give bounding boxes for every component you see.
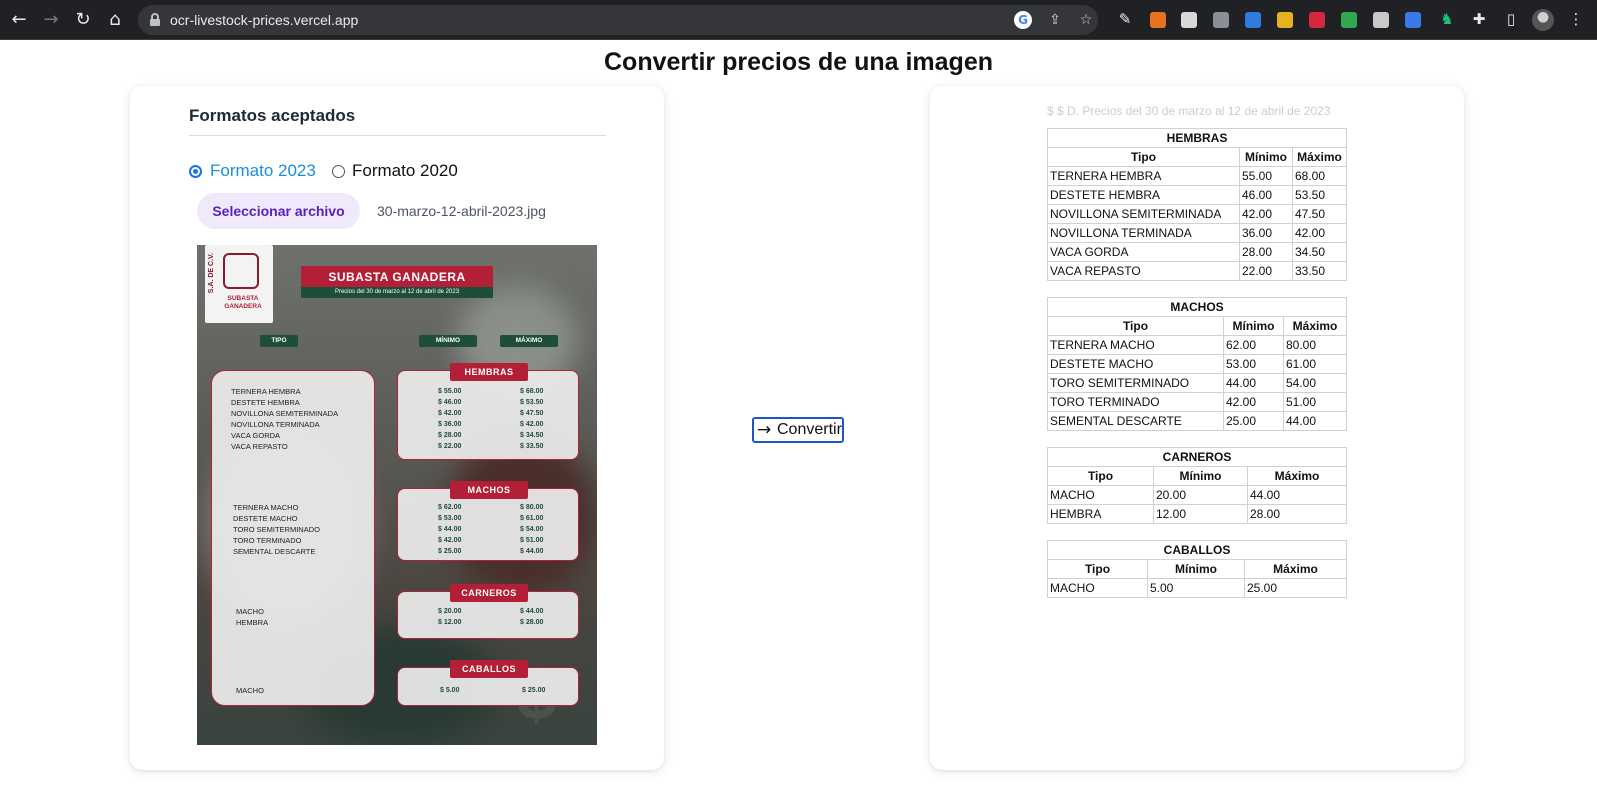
poster-machos-maxs: $ 80.00 $ 61.00 $ 54.00 $ 51.00 $ 44.00 (520, 504, 544, 555)
table-row: SEMENTAL DESCARTE 25.00 44.00 (1047, 411, 1347, 431)
poster-col-max: MÁXIMO (500, 335, 558, 347)
back-arrow-icon[interactable]: ← (8, 9, 30, 31)
green-grid-extension-icon[interactable] (1341, 12, 1357, 28)
bookmark-star-icon[interactable]: ☆ (1077, 11, 1095, 29)
formats-heading: Formatos aceptados (189, 106, 356, 125)
poster-carneros-mins: $ 20.00 $ 12.00 (438, 608, 462, 626)
convert-button[interactable]: → Convertir (752, 417, 844, 443)
col-header-tipo: Tipo (1047, 559, 1148, 579)
format-2020-label[interactable]: Formato 2020 (352, 161, 458, 181)
poster-hembras-panel (397, 370, 579, 460)
poster-hembras-names: TERNERA HEMBRA DESTETE HEMBRA NOVILLONA SE… (231, 387, 339, 451)
table-row: VACA REPASTO 22.00 33.50 (1047, 261, 1347, 281)
poster-hembras-maxs: $ 68.00 $ 53.50 $ 47.50 $ 42.00 $ 34.50 $ 33.… (520, 388, 544, 450)
select-file-button[interactable]: Seleccionar archivo (197, 193, 360, 229)
reload-icon[interactable]: ↻ (72, 9, 94, 31)
share-icon[interactable]: ⇪ (1046, 11, 1064, 29)
table-row: TORO SEMITERMINADO 44.00 54.00 (1047, 373, 1347, 393)
poster-banner-subtitle: Precios del 30 de marzo al 12 de abril d… (301, 287, 493, 298)
table-row: DESTETE MACHO 53.00 61.00 (1047, 354, 1347, 374)
table-row: MACHO 5.00 25.00 (1047, 578, 1347, 598)
col-header-tipo: Tipo (1047, 466, 1154, 486)
poster-banner: SUBASTA GANADERA (301, 266, 493, 288)
results-table-hembras: HEMBRAS Tipo Mínimo Máximo TERNERA HEMBR… (1047, 128, 1347, 281)
more-menu-icon[interactable]: ⋮ (1566, 9, 1586, 29)
poster-carneros-maxs: $ 44.00 $ 28.00 (520, 608, 544, 626)
browser-toolbar: ← → ↻ ⌂ ocr-livestock-prices.vercel.app … (0, 0, 1597, 40)
table-row: MACHO 20.00 44.00 (1047, 485, 1347, 505)
code-extension-icon[interactable] (1213, 12, 1229, 28)
results-subtitle: $ $ D. Precios del 30 de marzo al 12 de … (1047, 104, 1331, 118)
poster-machos-names: TERNERA MACHO DESTETE MACHO TORO SEMITERMI… (233, 503, 320, 556)
lock-icon (150, 13, 160, 26)
divider (189, 135, 606, 136)
poster-caballos-names: MACHO (236, 686, 264, 695)
format-2023-label[interactable]: Formato 2023 (210, 161, 316, 181)
red-extension-icon[interactable] (1309, 12, 1325, 28)
upload-card: Formatos aceptados Formato 2023 Formato … (130, 86, 664, 770)
selected-file-name: 30-marzo-12-abril-2023.jpg (377, 203, 546, 219)
results-card: $ $ D. Precios del 30 de marzo al 12 de … (930, 86, 1464, 770)
poster-hembras-mins: $ 55.00 $ 46.00 $ 42.00 $ 36.00 $ 28.00 $ 22.… (438, 388, 462, 450)
col-header-max: Máximo (1292, 147, 1347, 167)
folder-extension-icon[interactable] (1277, 12, 1293, 28)
poster-tag-carneros: CARNEROS (450, 584, 528, 602)
results-table-machos: MACHOS Tipo Mínimo Máximo TERNERA MACHO 6… (1047, 297, 1347, 431)
google-translate-extension-icon[interactable] (1405, 12, 1421, 28)
uploaded-image-preview: $ S.A. DE C.V. SUBASTA GANADERA SUBASTA … (197, 245, 597, 745)
page-title: Convertir precios de una imagen (604, 48, 993, 76)
side-panel-icon[interactable]: ▯ (1501, 9, 1521, 29)
convert-button-label: Convertir (777, 421, 842, 438)
rss-extension-icon[interactable] (1150, 12, 1166, 28)
pen-extension-icon[interactable]: ✎ (1115, 9, 1135, 29)
table-row: NOVILLONA SEMITERMINADA 42.00 47.50 (1047, 204, 1347, 224)
forward-arrow-icon[interactable]: → (40, 9, 62, 31)
address-bar[interactable]: ocr-livestock-prices.vercel.app G ⇪ ☆ (138, 5, 1098, 35)
table-title: CARNEROS (1047, 447, 1347, 467)
col-header-max: Máximo (1244, 559, 1347, 579)
results-table-carneros: CARNEROS Tipo Mínimo Máximo MACHO 20.00 44… (1047, 447, 1347, 524)
format-2023-radio[interactable] (189, 165, 202, 178)
poster-col-tipo: TIPO (260, 335, 298, 347)
poster-tag-hembras: HEMBRAS (450, 363, 528, 381)
home-icon[interactable]: ⌂ (104, 9, 126, 31)
notes-extension-icon[interactable] (1181, 12, 1197, 28)
format-2020-radio[interactable] (332, 165, 345, 178)
col-header-min: Mínimo (1153, 466, 1248, 486)
poster-caballos-mins: $ 5.00 (440, 687, 460, 694)
google-icon[interactable]: G (1014, 11, 1032, 29)
arrow-right-icon: → (757, 420, 772, 440)
col-header-max: Máximo (1247, 466, 1347, 486)
col-header-min: Mínimo (1239, 147, 1293, 167)
table-title: HEMBRAS (1047, 128, 1347, 148)
poster-machos-mins: $ 62.00 $ 53.00 $ 44.00 $ 42.00 $ 25.00 (438, 504, 462, 555)
table-row: TERNERA HEMBRA 55.00 68.00 (1047, 166, 1347, 186)
table-row: DESTETE HEMBRA 46.00 53.50 (1047, 185, 1347, 205)
translate-d-extension-icon[interactable] (1245, 12, 1261, 28)
puzzle-extensions-icon[interactable]: ✚ (1469, 9, 1489, 29)
col-header-min: Mínimo (1147, 559, 1245, 579)
table-title: CABALLOS (1047, 540, 1347, 560)
col-header-min: Mínimo (1223, 316, 1284, 336)
table-row: VACA GORDA 28.00 34.50 (1047, 242, 1347, 262)
green-figure-extension-icon[interactable]: ♞ (1437, 9, 1457, 29)
poster-carneros-names: MACHO HEMBRA (236, 607, 269, 627)
col-header-tipo: Tipo (1047, 316, 1224, 336)
table-row: HEMBRA 12.00 28.00 (1047, 504, 1347, 524)
col-header-max: Máximo (1283, 316, 1347, 336)
table-row: NOVILLONA TERMINADA 36.00 42.00 (1047, 223, 1347, 243)
table-row: TERNERA MACHO 62.00 80.00 (1047, 335, 1347, 355)
subasta-logo: S.A. DE C.V. SUBASTA GANADERA (205, 245, 273, 323)
poster-col-min: MÍNIMO (419, 335, 477, 347)
poster-tag-caballos: CABALLOS (450, 660, 528, 678)
results-table-caballos: CABALLOS Tipo Mínimo Máximo MACHO 5.00 25.… (1047, 540, 1347, 598)
url-text: ocr-livestock-prices.vercel.app (170, 12, 359, 28)
table-row: TORO TERMINADO 42.00 51.00 (1047, 392, 1347, 412)
poster-caballos-maxs: $ 25.00 (522, 687, 546, 694)
poster-tag-machos: MACHOS (450, 481, 528, 499)
window-extension-icon[interactable] (1373, 12, 1389, 28)
col-header-tipo: Tipo (1047, 147, 1240, 167)
table-title: MACHOS (1047, 297, 1347, 317)
profile-avatar[interactable] (1532, 9, 1554, 31)
